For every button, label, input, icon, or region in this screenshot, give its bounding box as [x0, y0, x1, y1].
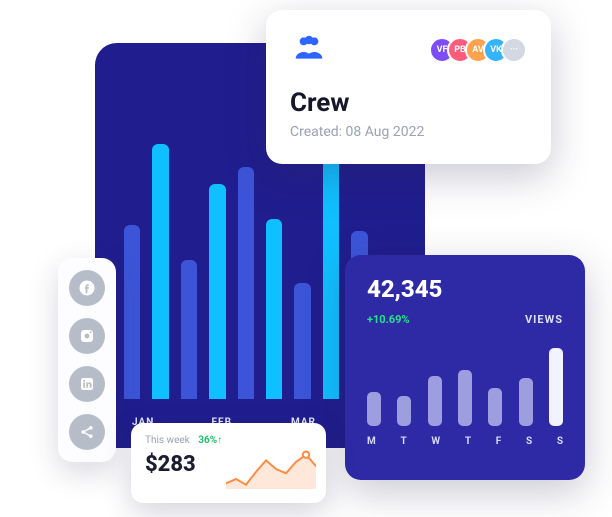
revenue-period: This week	[145, 435, 190, 446]
avatar-stack[interactable]: VFPBAVVK···	[437, 37, 527, 63]
day-label: T	[465, 436, 471, 447]
bar	[152, 144, 168, 399]
views-bar	[488, 388, 502, 426]
views-label: VIEWS	[525, 313, 563, 326]
bar	[181, 260, 197, 399]
revenue-period-row: This week 36%↑	[145, 435, 312, 446]
day-label: T	[400, 436, 406, 447]
day-label: F	[496, 436, 502, 447]
bar	[294, 283, 310, 399]
views-panel: 42,345 +10.69% VIEWS M T W T F S S	[345, 255, 585, 480]
avatar[interactable]: ···	[501, 37, 527, 63]
bar	[124, 225, 140, 399]
views-total: 42,345	[367, 275, 563, 303]
people-icon	[290, 32, 328, 68]
day-label: W	[431, 436, 440, 447]
bar	[323, 132, 339, 399]
views-bar	[458, 370, 472, 426]
views-bars-area	[367, 346, 563, 426]
instagram-icon[interactable]	[69, 318, 105, 354]
views-x-axis: MTWTFSS	[367, 436, 563, 447]
crew-title: Crew	[290, 88, 527, 118]
day-label: S	[557, 436, 563, 447]
bar	[266, 219, 282, 399]
linkedin-icon[interactable]	[69, 366, 105, 402]
social-dock	[58, 258, 116, 462]
facebook-icon[interactable]	[69, 270, 105, 306]
day-label: M	[367, 436, 376, 447]
views-bar	[367, 392, 381, 426]
bar	[209, 184, 225, 399]
views-bar	[519, 378, 533, 426]
share-icon[interactable]	[69, 414, 105, 450]
revenue-pct: 36%	[198, 435, 217, 446]
revenue-sparkline	[226, 449, 316, 489]
crew-created-label: Created: 08 Aug 2022	[290, 124, 527, 140]
crew-card[interactable]: VFPBAVVK··· Crew Created: 08 Aug 2022	[266, 10, 551, 164]
revenue-card[interactable]: This week 36%↑ $283	[131, 423, 326, 503]
up-arrow-icon: ↑	[217, 435, 222, 446]
day-label: S	[526, 436, 532, 447]
views-bar	[397, 396, 411, 426]
views-pct: +10.69%	[367, 313, 410, 326]
views-bar	[428, 376, 442, 426]
views-bar	[549, 348, 563, 426]
bar	[238, 167, 254, 399]
